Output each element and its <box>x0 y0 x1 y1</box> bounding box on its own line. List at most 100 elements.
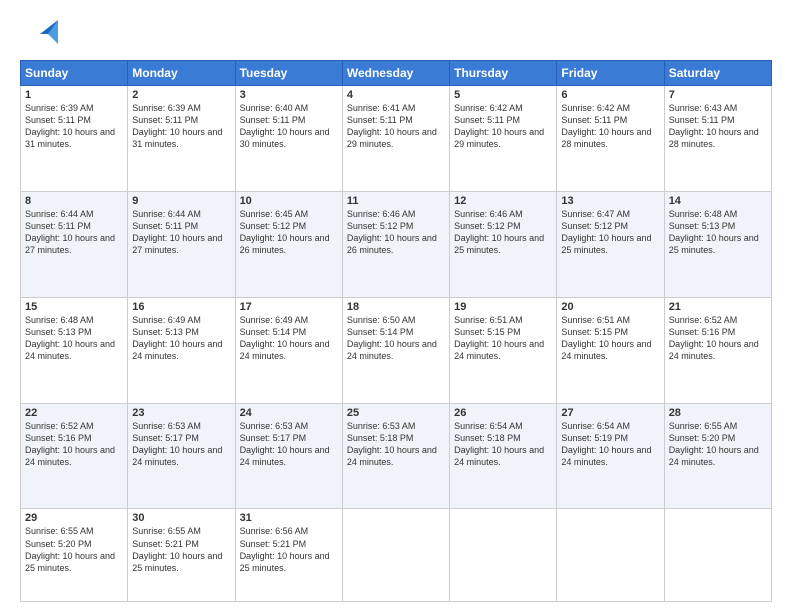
day-number: 2 <box>132 89 230 101</box>
calendar-cell: 11Sunrise: 6:46 AMSunset: 5:12 PMDayligh… <box>342 191 449 297</box>
calendar-cell: 7 Sunrise: 6:43 AMSunset: 5:11 PMDaylight… <box>664 86 771 192</box>
day-number: 11 <box>347 195 445 207</box>
day-number: 28 <box>669 407 767 419</box>
calendar-cell: 3 Sunrise: 6:40 AMSunset: 5:11 PMDaylight… <box>235 86 342 192</box>
col-wednesday: Wednesday <box>342 61 449 86</box>
cell-info: Sunrise: 6:49 AMSunset: 5:13 PMDaylight:… <box>132 315 222 361</box>
col-saturday: Saturday <box>664 61 771 86</box>
day-number: 31 <box>240 512 338 524</box>
col-monday: Monday <box>128 61 235 86</box>
day-number: 6 <box>561 89 659 101</box>
cell-info: Sunrise: 6:53 AMSunset: 5:17 PMDaylight:… <box>240 421 330 467</box>
day-number: 29 <box>25 512 123 524</box>
day-number: 5 <box>454 89 552 101</box>
calendar-cell: 24 Sunrise: 6:53 AMSunset: 5:17 PMDayligh… <box>235 403 342 509</box>
day-number: 4 <box>347 89 445 101</box>
col-thursday: Thursday <box>450 61 557 86</box>
cell-info: Sunrise: 6:46 AMSunset: 5:12 PMDaylight:… <box>454 209 544 255</box>
day-number: 18 <box>347 301 445 313</box>
cell-info: Sunrise: 6:53 AMSunset: 5:17 PMDaylight:… <box>132 421 222 467</box>
calendar-cell: 20Sunrise: 6:51 AMSunset: 5:15 PMDayligh… <box>557 297 664 403</box>
day-number: 1 <box>25 89 123 101</box>
cell-info: Sunrise: 6:55 AMSunset: 5:21 PMDaylight:… <box>132 526 222 572</box>
day-number: 22 <box>25 407 123 419</box>
calendar-cell: 26 Sunrise: 6:54 AMSunset: 5:18 PMDayligh… <box>450 403 557 509</box>
calendar-cell <box>557 509 664 602</box>
day-number: 30 <box>132 512 230 524</box>
calendar-cell: 13 Sunrise: 6:47 AMSunset: 5:12 PMDayligh… <box>557 191 664 297</box>
page: Sunday Monday Tuesday Wednesday Thursday… <box>0 0 792 612</box>
cell-info: Sunrise: 6:52 AMSunset: 5:16 PMDaylight:… <box>25 421 115 467</box>
day-number: 27 <box>561 407 659 419</box>
day-number: 13 <box>561 195 659 207</box>
day-number: 7 <box>669 89 767 101</box>
calendar-cell: 4 Sunrise: 6:41 AMSunset: 5:11 PMDaylight… <box>342 86 449 192</box>
cell-info: Sunrise: 6:48 AMSunset: 5:13 PMDaylight:… <box>25 315 115 361</box>
day-number: 14 <box>669 195 767 207</box>
calendar-cell: 17 Sunrise: 6:49 AMSunset: 5:14 PMDayligh… <box>235 297 342 403</box>
calendar-cell: 25 Sunrise: 6:53 AMSunset: 5:18 PMDayligh… <box>342 403 449 509</box>
cell-info: Sunrise: 6:39 AMSunset: 5:11 PMDaylight:… <box>132 103 222 149</box>
day-number: 3 <box>240 89 338 101</box>
day-number: 25 <box>347 407 445 419</box>
cell-info: Sunrise: 6:39 AMSunset: 5:11 PMDaylight:… <box>25 103 115 149</box>
cell-info: Sunrise: 6:44 AMSunset: 5:11 PMDaylight:… <box>132 209 222 255</box>
calendar-cell: 14 Sunrise: 6:48 AMSunset: 5:13 PMDayligh… <box>664 191 771 297</box>
cell-info: Sunrise: 6:48 AMSunset: 5:13 PMDaylight:… <box>669 209 759 255</box>
cell-info: Sunrise: 6:52 AMSunset: 5:16 PMDaylight:… <box>669 315 759 361</box>
cell-info: Sunrise: 6:40 AMSunset: 5:11 PMDaylight:… <box>240 103 330 149</box>
calendar-cell: 28 Sunrise: 6:55 AMSunset: 5:20 PMDayligh… <box>664 403 771 509</box>
calendar-cell: 18 Sunrise: 6:50 AMSunset: 5:14 PMDayligh… <box>342 297 449 403</box>
calendar-cell: 2 Sunrise: 6:39 AMSunset: 5:11 PMDaylight… <box>128 86 235 192</box>
calendar-cell: 1 Sunrise: 6:39 AMSunset: 5:11 PMDaylight… <box>21 86 128 192</box>
day-number: 19 <box>454 301 552 313</box>
cell-info: Sunrise: 6:55 AMSunset: 5:20 PMDaylight:… <box>25 526 115 572</box>
calendar-cell: 22 Sunrise: 6:52 AMSunset: 5:16 PMDayligh… <box>21 403 128 509</box>
cell-info: Sunrise: 6:50 AMSunset: 5:14 PMDaylight:… <box>347 315 437 361</box>
calendar-cell: 21 Sunrise: 6:52 AMSunset: 5:16 PMDayligh… <box>664 297 771 403</box>
calendar-cell <box>450 509 557 602</box>
calendar-cell: 5 Sunrise: 6:42 AMSunset: 5:11 PMDaylight… <box>450 86 557 192</box>
col-sunday: Sunday <box>21 61 128 86</box>
calendar-cell <box>342 509 449 602</box>
day-number: 16 <box>132 301 230 313</box>
day-number: 26 <box>454 407 552 419</box>
cell-info: Sunrise: 6:41 AMSunset: 5:11 PMDaylight:… <box>347 103 437 149</box>
cell-info: Sunrise: 6:54 AMSunset: 5:19 PMDaylight:… <box>561 421 651 467</box>
col-friday: Friday <box>557 61 664 86</box>
day-number: 23 <box>132 407 230 419</box>
day-number: 9 <box>132 195 230 207</box>
col-tuesday: Tuesday <box>235 61 342 86</box>
cell-info: Sunrise: 6:56 AMSunset: 5:21 PMDaylight:… <box>240 526 330 572</box>
cell-info: Sunrise: 6:43 AMSunset: 5:11 PMDaylight:… <box>669 103 759 149</box>
day-number: 17 <box>240 301 338 313</box>
header-row: Sunday Monday Tuesday Wednesday Thursday… <box>21 61 772 86</box>
cell-info: Sunrise: 6:53 AMSunset: 5:18 PMDaylight:… <box>347 421 437 467</box>
logo <box>20 16 62 52</box>
day-number: 10 <box>240 195 338 207</box>
calendar-cell: 19Sunrise: 6:51 AMSunset: 5:15 PMDayligh… <box>450 297 557 403</box>
cell-info: Sunrise: 6:51 AMSunset: 5:15 PMDaylight:… <box>561 315 651 361</box>
day-number: 24 <box>240 407 338 419</box>
header <box>20 16 772 52</box>
calendar-cell: 12 Sunrise: 6:46 AMSunset: 5:12 PMDayligh… <box>450 191 557 297</box>
calendar-cell <box>664 509 771 602</box>
calendar-cell: 29 Sunrise: 6:55 AMSunset: 5:20 PMDayligh… <box>21 509 128 602</box>
calendar-cell: 15 Sunrise: 6:48 AMSunset: 5:13 PMDayligh… <box>21 297 128 403</box>
day-number: 12 <box>454 195 552 207</box>
cell-info: Sunrise: 6:45 AMSunset: 5:12 PMDaylight:… <box>240 209 330 255</box>
calendar-cell: 6 Sunrise: 6:42 AMSunset: 5:11 PMDaylight… <box>557 86 664 192</box>
calendar-cell: 23 Sunrise: 6:53 AMSunset: 5:17 PMDayligh… <box>128 403 235 509</box>
cell-info: Sunrise: 6:55 AMSunset: 5:20 PMDaylight:… <box>669 421 759 467</box>
cell-info: Sunrise: 6:54 AMSunset: 5:18 PMDaylight:… <box>454 421 544 467</box>
calendar-cell: 8Sunrise: 6:44 AMSunset: 5:11 PMDaylight… <box>21 191 128 297</box>
day-number: 15 <box>25 301 123 313</box>
calendar-cell: 30 Sunrise: 6:55 AMSunset: 5:21 PMDayligh… <box>128 509 235 602</box>
cell-info: Sunrise: 6:42 AMSunset: 5:11 PMDaylight:… <box>561 103 651 149</box>
cell-info: Sunrise: 6:49 AMSunset: 5:14 PMDaylight:… <box>240 315 330 361</box>
calendar-cell: 10 Sunrise: 6:45 AMSunset: 5:12 PMDayligh… <box>235 191 342 297</box>
day-number: 21 <box>669 301 767 313</box>
cell-info: Sunrise: 6:42 AMSunset: 5:11 PMDaylight:… <box>454 103 544 149</box>
calendar-cell: 27 Sunrise: 6:54 AMSunset: 5:19 PMDayligh… <box>557 403 664 509</box>
cell-info: Sunrise: 6:47 AMSunset: 5:12 PMDaylight:… <box>561 209 651 255</box>
